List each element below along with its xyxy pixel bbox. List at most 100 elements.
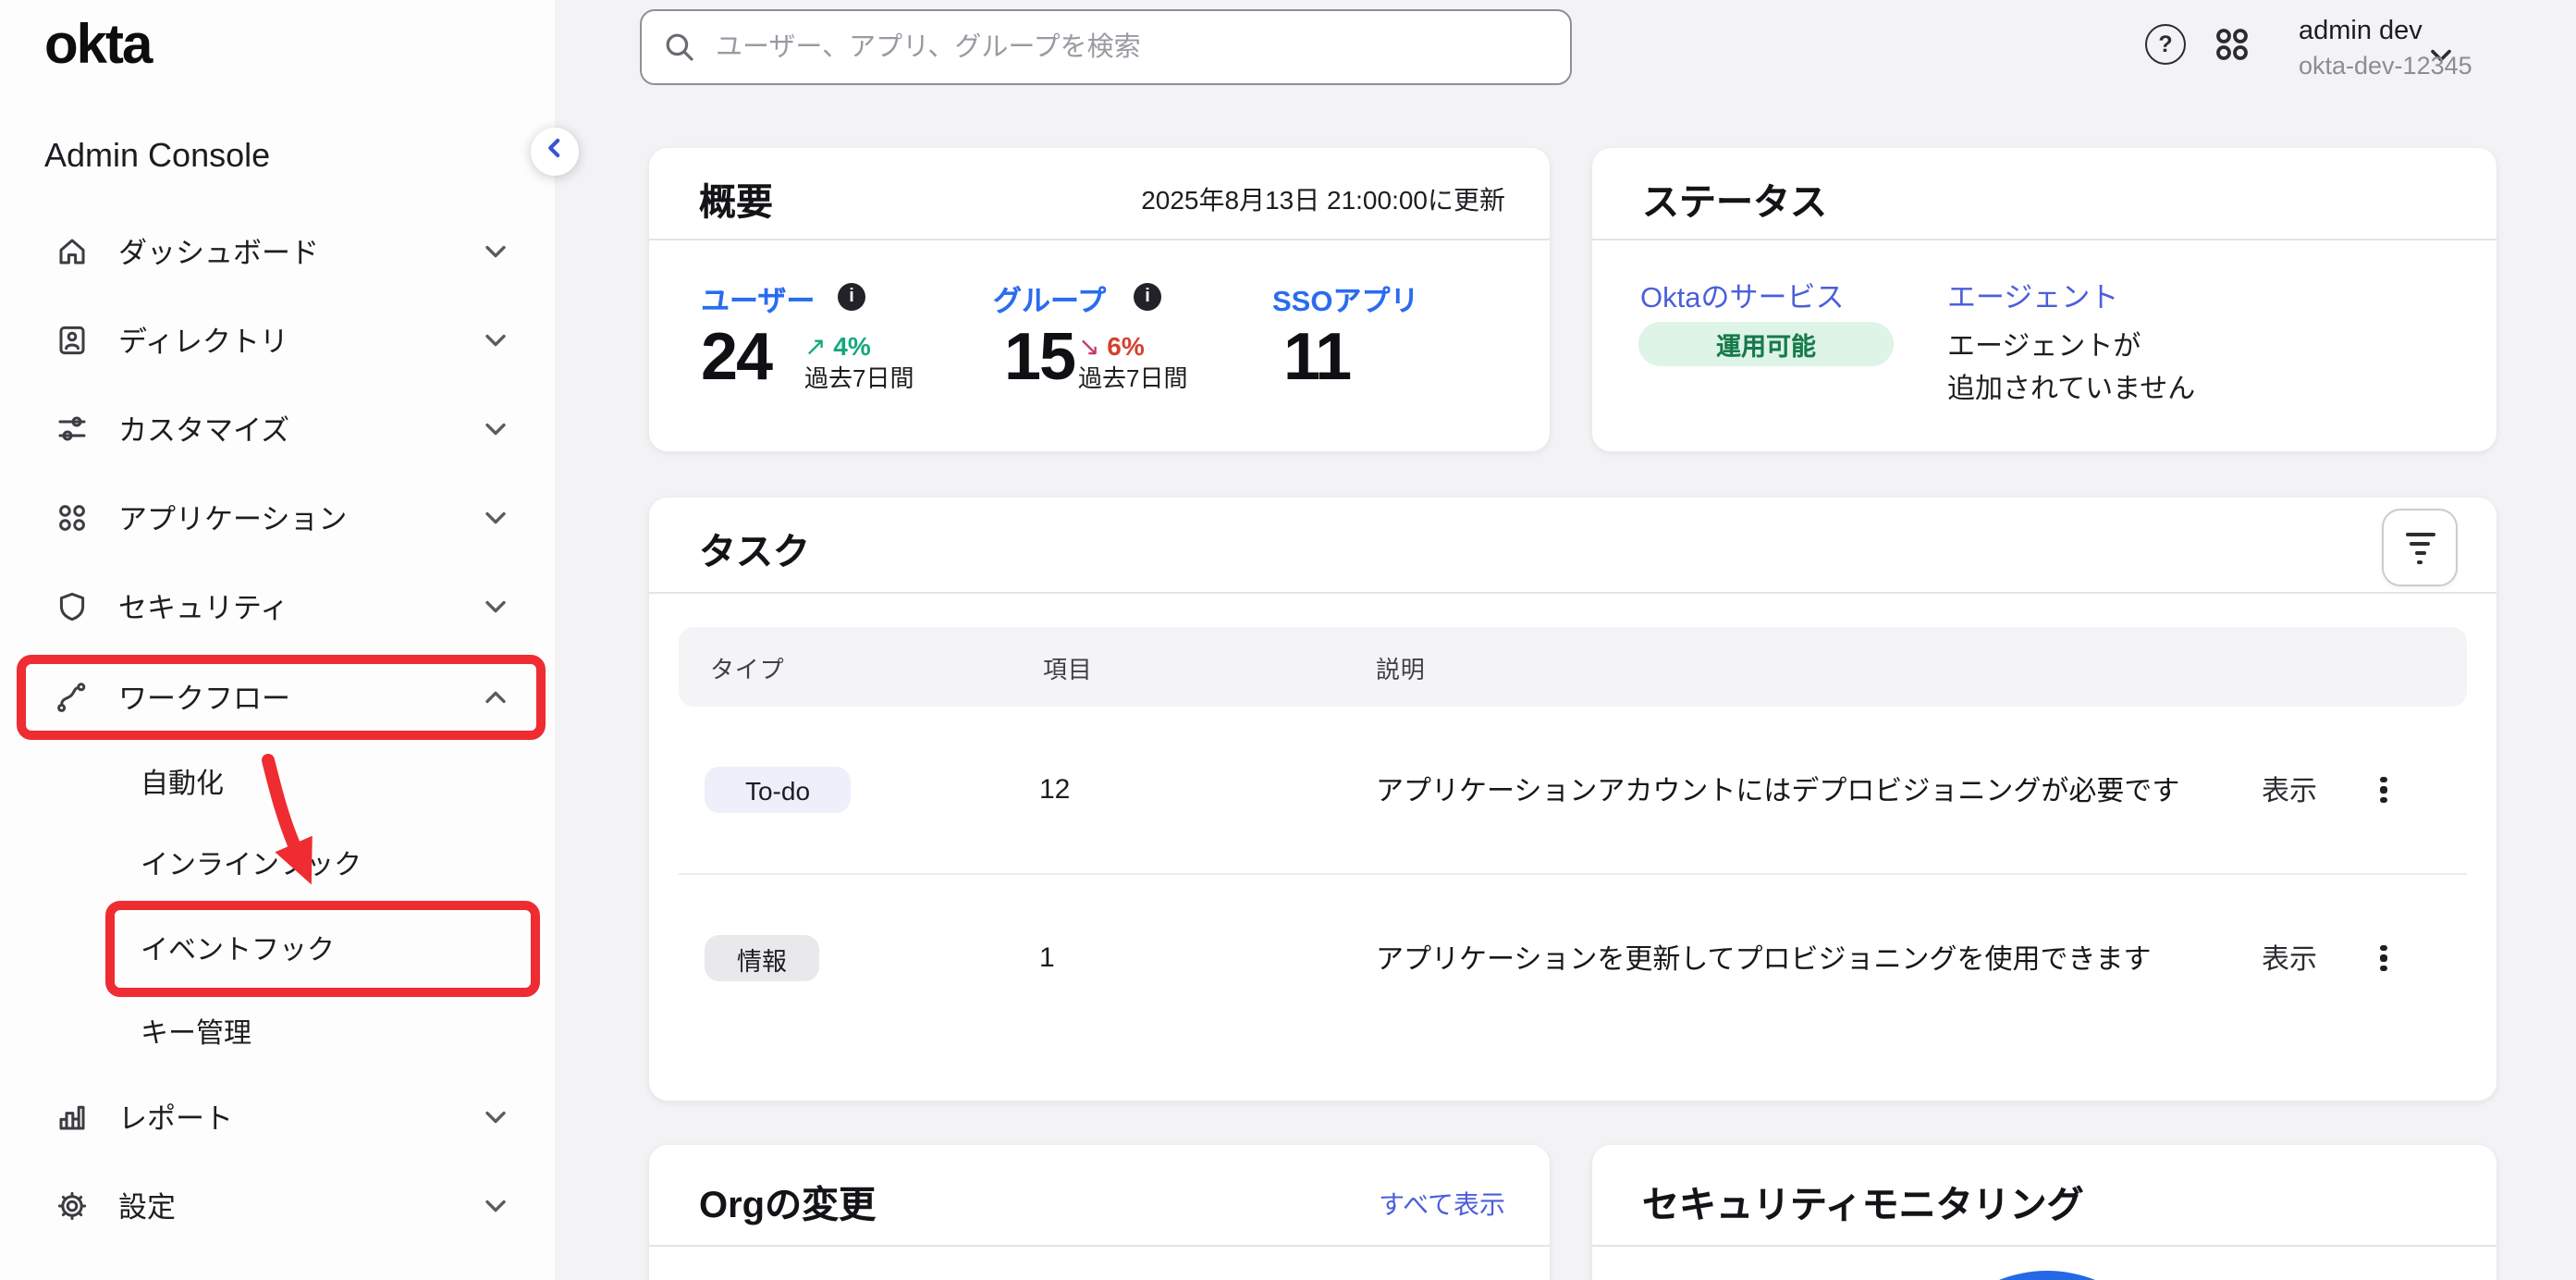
trend-value: 6% [1107,331,1144,361]
sidebar-item-dashboard[interactable]: ダッシュボード [0,211,555,292]
tasks-table: タイプ 項目 説明 To-do 12 アプリケーションアカウントにはデプロビジョ… [679,627,2467,1041]
stat-groups-period: 過去7日間 [1078,359,1187,394]
help-glyph: ? [2158,31,2172,57]
task-description: アプリケーションを更新してプロビジョニングを使用できます [1376,939,2152,978]
subitem-label: 自動化 [141,763,224,802]
kebab-menu-icon[interactable] [2367,768,2400,812]
chevron-down-icon [485,590,507,623]
sidebar-subitem-key-management[interactable]: キー管理 [0,1004,555,1060]
sidebar-item-label: カスタマイズ [118,409,289,449]
sidebar: okta Admin Console ダッシュボード ディレクトリ [0,0,557,1280]
sidebar-item-security[interactable]: セキュリティ [0,566,555,647]
workflow-icon [55,681,89,714]
admin-console-title: Admin Console [44,137,270,176]
sidebar-subitem-event-hooks[interactable]: イベントフック [0,921,555,977]
okta-admin-console: okta Admin Console ダッシュボード ディレクトリ [0,0,2576,1280]
security-monitoring-card: セキュリティモニタリング [1592,1145,2496,1280]
stat-users-value: 24 [701,318,771,396]
sidebar-item-directory[interactable]: ディレクトリ [0,300,555,381]
org-id: okta-dev-12345 [2299,52,2472,80]
divider [1592,1245,2496,1247]
shield-icon [55,590,89,623]
sidebar-item-label: ダッシュボード [118,231,319,272]
task-description: アプリケーションアカウントにはデプロビジョニングが必要です [1376,770,2179,809]
main-content: ? admin dev okta-dev-12345 概要 2025年8月13日… [555,0,2576,1280]
subitem-label: イベントフック [141,929,335,968]
sidebar-item-label: アプリケーション [118,498,347,538]
chevron-down-icon [485,235,507,268]
okta-service-link[interactable]: Oktaのサービス [1640,276,1844,316]
overview-card: 概要 2025年8月13日 21:00:00に更新 ユーザー i 24 ↗ 4%… [649,148,1550,451]
divider [649,1245,1550,1247]
help-icon[interactable]: ? [2145,24,2186,65]
sidebar-item-settings[interactable]: 設定 [0,1165,555,1247]
task-count: 12 [1039,774,1070,806]
chevron-down-icon [485,501,507,535]
id-card-icon [55,324,89,357]
column-items: 項目 [1043,649,1093,684]
agents-link[interactable]: エージェント [1947,276,2118,316]
stat-groups-link[interactable]: グループ [993,279,1106,320]
overview-updated: 2025年8月13日 21:00:00に更新 [1141,181,1505,218]
task-view-link[interactable]: 表示 [2262,939,2317,978]
stat-users-link[interactable]: ユーザー [701,279,815,320]
sidebar-collapse-button[interactable] [531,128,579,176]
sidebar-item-customize[interactable]: カスタマイズ [0,388,555,470]
stat-sso-apps-link[interactable]: SSOアプリ [1272,279,1418,320]
task-view-link[interactable]: 表示 [2262,770,2317,809]
tasks-filter-button[interactable] [2382,509,2458,586]
search-icon [664,31,695,63]
sidebar-item-applications[interactable]: アプリケーション [0,477,555,559]
tasks-card: タスク タイプ 項目 説明 To-do 12 アプリケーションアカウントにはデプ… [649,498,2496,1101]
column-type: タイプ [710,649,784,684]
view-all-link[interactable]: すべて表示 [1379,1186,1505,1223]
chevron-down-icon [485,1101,507,1134]
task-type-badge: To-do [705,767,851,813]
agent-status-line2: 追加されていません [1947,368,2195,407]
sidebar-item-label: セキュリティ [118,586,288,627]
sidebar-item-label: 設定 [118,1186,176,1226]
chevron-down-icon [485,324,507,357]
search-input[interactable] [712,13,1552,81]
service-status-badge: 運用可能 [1638,322,1894,366]
kebab-menu-icon[interactable] [2367,936,2400,980]
subitem-label: キー管理 [141,1013,251,1052]
table-row: 情報 1 アプリケーションを更新してプロビジョニングを使用できます 表示 [679,873,2467,1041]
divider [649,592,2496,594]
sidebar-subitem-inline-hooks[interactable]: インラインフック [0,836,555,892]
task-type-badge: 情報 [705,935,819,981]
filter-icon [2405,532,2435,563]
app-launcher-icon[interactable] [2212,24,2252,65]
tasks-table-header: タイプ 項目 説明 [679,627,2467,707]
sliders-icon [55,412,89,446]
task-count: 1 [1039,942,1055,974]
info-icon[interactable]: i [1134,283,1161,311]
agent-status-line1: エージェントが [1947,326,2141,364]
chevron-up-icon [485,681,507,714]
bar-chart-icon [55,1101,89,1134]
home-icon [55,235,89,268]
info-icon[interactable]: i [838,283,865,311]
trend-value: 4% [833,331,870,361]
status-card: ステータス Oktaのサービス エージェント 運用可能 エージェントが 追加され… [1592,148,2496,451]
sidebar-item-workflow[interactable]: ワークフロー [0,657,555,738]
info-glyph: i [849,287,854,307]
chevron-left-icon [542,134,568,169]
divider [1592,239,2496,240]
subitem-label: インラインフック [141,844,362,883]
sidebar-subitem-automations[interactable]: 自動化 [0,755,555,810]
user-menu[interactable]: admin dev [2299,17,2423,46]
global-search [640,9,1572,85]
stat-users-period: 過去7日間 [804,359,914,394]
gear-icon [55,1189,89,1223]
table-row: To-do 12 アプリケーションアカウントにはデプロビジョニングが必要です 表… [679,707,2467,873]
sidebar-item-reports[interactable]: レポート [0,1077,555,1158]
stat-groups-trend: ↘ 6% [1078,331,1145,363]
chevron-down-icon [485,412,507,446]
security-monitoring-title: セキュリティモニタリング [1642,1175,2084,1228]
column-description: 説明 [1376,649,1426,684]
sidebar-item-label: ワークフロー [118,677,290,718]
trend-down-icon: ↘ [1078,331,1099,361]
chevron-down-icon [485,1189,507,1223]
overview-title: 概要 [699,172,773,226]
